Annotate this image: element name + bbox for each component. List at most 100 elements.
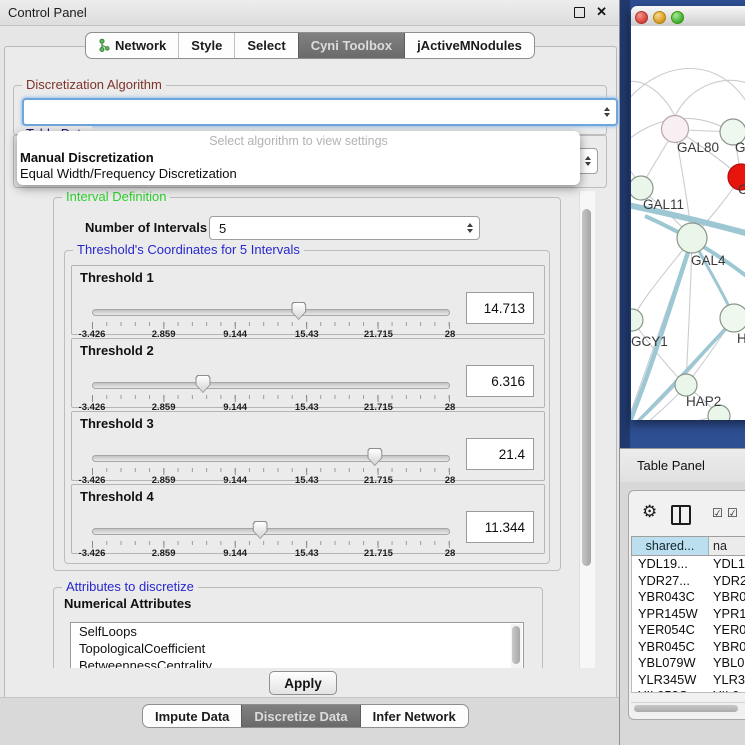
scale-label: 9.144 (223, 548, 247, 559)
network-window-titlebar[interactable] (631, 6, 745, 27)
attributes-group: Attributes to discretize Numerical Attri… (53, 587, 543, 668)
network-canvas[interactable]: GAL80 GA C GAL11 GAL4 GCY1 H HAP2 (631, 26, 745, 420)
threshold-2-slider[interactable]: -3.4262.8599.14415.4321.71528 (92, 375, 450, 407)
scrollbar-thumb[interactable] (634, 705, 738, 712)
threshold-4-panel: Threshold 4 -3.4262.8599.14415.4321.7152… (71, 484, 545, 554)
threshold-1-label: Threshold 1 (80, 270, 154, 285)
spinner-icon (585, 156, 591, 166)
table-header-row: shared... na (631, 536, 745, 556)
list-item[interactable]: BetweennessCentrality (71, 657, 523, 668)
node-h[interactable] (720, 304, 745, 332)
attributes-legend: Attributes to discretize (62, 579, 198, 594)
table-row[interactable]: YPR145WYPR1 (632, 606, 745, 623)
tab-cyni-toolbox[interactable]: Cyni Toolbox (298, 33, 404, 58)
algorithm-option-manual[interactable]: Manual Discretization (17, 150, 580, 166)
table-row[interactable]: YLR345WYLR3 (632, 672, 745, 689)
threshold-1-value-field[interactable]: 14.713 (466, 292, 534, 324)
gear-icon[interactable]: ⚙ (642, 503, 657, 520)
tab-infer-network-label: Infer Network (373, 709, 456, 724)
node-hap2[interactable] (675, 374, 697, 396)
scrollbar-thumb[interactable] (582, 209, 591, 566)
number-of-intervals-combobox[interactable]: 5 (209, 216, 480, 240)
apply-button[interactable]: Apply (269, 671, 337, 695)
attributes-list-scrollbar[interactable] (511, 624, 522, 668)
tab-cyni-toolbox-label: Cyni Toolbox (311, 38, 392, 53)
node-label: HAP2 (686, 394, 721, 409)
checkbox-checked-icon[interactable]: ☑ (727, 507, 738, 519)
control-panel-tabbar: Network Style Select Cyni Toolbox jActiv… (85, 32, 535, 59)
table-row[interactable]: YDL19...YDL1 (632, 556, 745, 573)
table-row[interactable]: YIL052CYIL0 (632, 688, 745, 693)
table-horizontal-scrollbar[interactable] (631, 702, 745, 714)
algorithm-option-equal-width[interactable]: Equal Width/Frequency Discretization (17, 166, 580, 182)
spinner-icon (604, 107, 610, 117)
threshold-1-panel: Threshold 1 -3.4262.8599.14415.4321.7152… (71, 265, 545, 335)
numerical-attributes-heading: Numerical Attributes (64, 596, 191, 611)
table-row[interactable]: YBL079WYBL0 (632, 655, 745, 672)
settings-vertical-scrollbar[interactable] (579, 191, 595, 668)
slider-track[interactable] (92, 528, 450, 535)
tab-select-label: Select (247, 38, 285, 53)
node-label: GAL11 (643, 197, 684, 212)
close-traffic-light[interactable] (635, 11, 648, 24)
tab-style[interactable]: Style (178, 33, 234, 58)
tab-impute-data[interactable]: Impute Data (143, 705, 241, 727)
tab-network[interactable]: Network (86, 33, 178, 58)
checkbox-checked-icon[interactable]: ☑ (712, 507, 723, 519)
threshold-4-value-field[interactable]: 11.344 (466, 511, 534, 543)
threshold-3-value-field[interactable]: 21.4 (466, 438, 534, 470)
scale-label: 28 (445, 548, 456, 559)
tab-jactivemnodules[interactable]: jActiveMNodules (404, 33, 534, 58)
right-side: GAL80 GA C GAL11 GAL4 GCY1 H HAP2 Table … (620, 0, 745, 745)
algorithm-dropdown-popup: Select algorithm to view settings Manual… (17, 131, 580, 185)
interval-definition-group: Interval Definition Number of Intervals … (53, 197, 561, 571)
slider-scale: -3.4262.8599.14415.4321.71528 (92, 548, 450, 559)
node-gal80[interactable] (662, 116, 689, 143)
threshold-2-value-field[interactable]: 6.316 (466, 365, 534, 397)
thresholds-legend: Threshold's Coordinates for 5 Intervals (73, 242, 304, 257)
threshold-4-slider[interactable]: -3.4262.8599.14415.4321.71528 (92, 521, 450, 553)
number-of-intervals-value: 5 (219, 221, 226, 236)
zoom-traffic-light[interactable] (671, 11, 684, 24)
interval-definition-legend: Interval Definition (62, 191, 170, 204)
panel-title: Control Panel (8, 0, 87, 25)
scale-label: -3.426 (79, 548, 106, 559)
discretization-algorithm-group: Discretization Algorithm (13, 85, 607, 136)
algorithm-hint: Select algorithm to view settings (17, 131, 580, 148)
node-gcy1[interactable] (631, 309, 643, 331)
slider-thumb[interactable] (253, 521, 268, 539)
column-header-name[interactable]: na (709, 537, 745, 555)
table-row[interactable]: YER054CYER0 (632, 622, 745, 639)
algorithm-combobox[interactable] (22, 98, 618, 126)
tab-discretize-data[interactable]: Discretize Data (241, 705, 359, 727)
slider-track[interactable] (92, 382, 450, 389)
node-gal4[interactable] (677, 223, 707, 253)
float-window-icon[interactable] (574, 7, 585, 18)
node-label: GCY1 (631, 334, 668, 349)
slider-thumb[interactable] (195, 375, 210, 393)
table-panel-body: ⚙ ☑ ☑ shared... na YDL19...YDL1 YDR27...… (620, 482, 745, 745)
table-panel-title: Table Panel (637, 449, 705, 482)
tab-select[interactable]: Select (234, 33, 297, 58)
table-row[interactable]: YBR043CYBR0 (632, 589, 745, 606)
close-icon[interactable]: ✕ (596, 0, 607, 24)
column-header-shared-name[interactable]: shared... (632, 537, 709, 555)
split-columns-icon[interactable] (671, 505, 691, 525)
threshold-1-slider[interactable]: -3.4262.8599.14415.4321.71528 (92, 302, 450, 334)
cyni-toolbox-panel: Discretization Algorithm Select algorith… (4, 46, 617, 699)
table-row[interactable]: YDR27...YDR2 (632, 573, 745, 590)
slider-thumb[interactable] (367, 448, 382, 466)
tab-infer-network[interactable]: Infer Network (360, 705, 468, 727)
list-item[interactable]: TopologicalCoefficient (71, 640, 523, 657)
table-panel-inner: ⚙ ☑ ☑ shared... na YDL19...YDL1 YDR27...… (628, 490, 745, 720)
scale-label: 21.715 (364, 548, 393, 559)
slider-thumb[interactable] (291, 302, 306, 320)
list-item[interactable]: SelfLoops (71, 623, 523, 640)
node-label: GA (735, 140, 745, 155)
threshold-3-panel: Threshold 3 -3.4262.8599.14415.4321.7152… (71, 411, 545, 481)
slider-track[interactable] (92, 455, 450, 462)
slider-track[interactable] (92, 309, 450, 316)
table-row[interactable]: YBR045CYBR0 (632, 639, 745, 656)
threshold-3-slider[interactable]: -3.4262.8599.14415.4321.71528 (92, 448, 450, 480)
minimize-traffic-light[interactable] (653, 11, 666, 24)
